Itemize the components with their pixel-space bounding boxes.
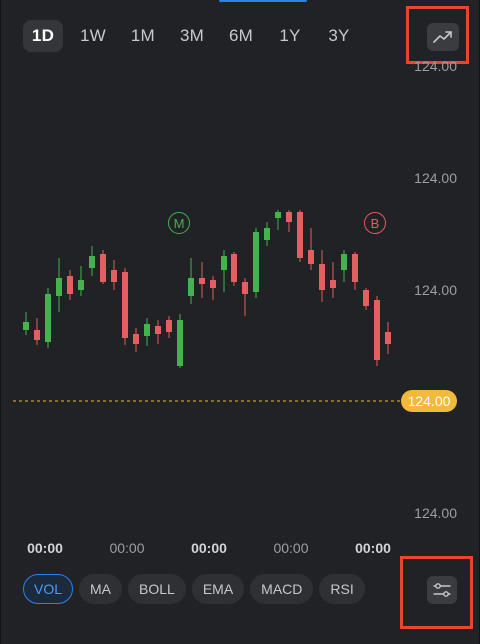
candlestick [341, 250, 347, 282]
indicator-macd[interactable]: MACD [250, 574, 314, 604]
candlestick [144, 318, 150, 346]
indicator-settings-button[interactable] [427, 576, 457, 604]
time-axis-label: 00:00 [273, 540, 309, 556]
indicator-rsi[interactable]: RSI [319, 574, 365, 604]
marker-m[interactable]: M [168, 212, 190, 234]
marker-b[interactable]: B [364, 212, 386, 234]
time-axis-label: 00:00 [191, 540, 227, 556]
indicator-vol[interactable]: VOL [23, 574, 74, 604]
indicator-tabs: VOL MA BOLL EMA MACD RSI [23, 574, 371, 604]
candlestick [100, 250, 106, 284]
candlestick [264, 222, 270, 246]
candlestick [308, 228, 314, 270]
price-axis-label: 124.00 [414, 170, 457, 186]
candlestick [253, 228, 259, 298]
chart-panel: 1D 1W 1M 3M 6M 1Y 3Y 124.00 124.00 124.0… [0, 0, 480, 644]
sliders-icon [433, 583, 451, 597]
candlestick [385, 322, 391, 354]
candlestick [242, 278, 248, 316]
current-price-badge: 124.00 [401, 390, 457, 412]
indicator-ma[interactable]: MA [79, 574, 123, 604]
candlestick [188, 258, 194, 304]
candlestick [363, 288, 369, 310]
candlestick [89, 246, 95, 276]
candlestick [56, 258, 62, 312]
candlestick [297, 210, 303, 262]
candlestick [286, 210, 292, 232]
candlestick [210, 276, 216, 300]
candlestick [275, 210, 281, 230]
candlestick [231, 252, 237, 286]
candlestick [23, 312, 29, 335]
candlestick [78, 266, 84, 296]
indicator-ema[interactable]: EMA [191, 574, 245, 604]
candlestick [330, 262, 336, 298]
candlestick [34, 318, 40, 345]
candlestick [67, 270, 73, 300]
price-axis-label: 124.00 [414, 58, 457, 74]
time-axis-label: 00:00 [355, 540, 391, 556]
candlestick [122, 268, 128, 345]
candlestick [155, 320, 161, 344]
time-axis-label: 00:00 [109, 540, 145, 556]
candlestick [133, 328, 139, 352]
candlestick [221, 250, 227, 292]
candlestick [352, 252, 358, 290]
candlestick [111, 260, 117, 290]
candlestick [199, 262, 205, 298]
indicator-boll[interactable]: BOLL [128, 574, 186, 604]
price-axis-label: 124.00 [414, 282, 457, 298]
candlestick [319, 250, 325, 302]
candlestick [177, 314, 183, 368]
candlestick [374, 296, 380, 366]
price-axis-label: 124.00 [414, 505, 457, 521]
time-axis-label: 00:00 [27, 540, 63, 556]
candlestick [45, 288, 51, 348]
candlestick [166, 316, 172, 338]
